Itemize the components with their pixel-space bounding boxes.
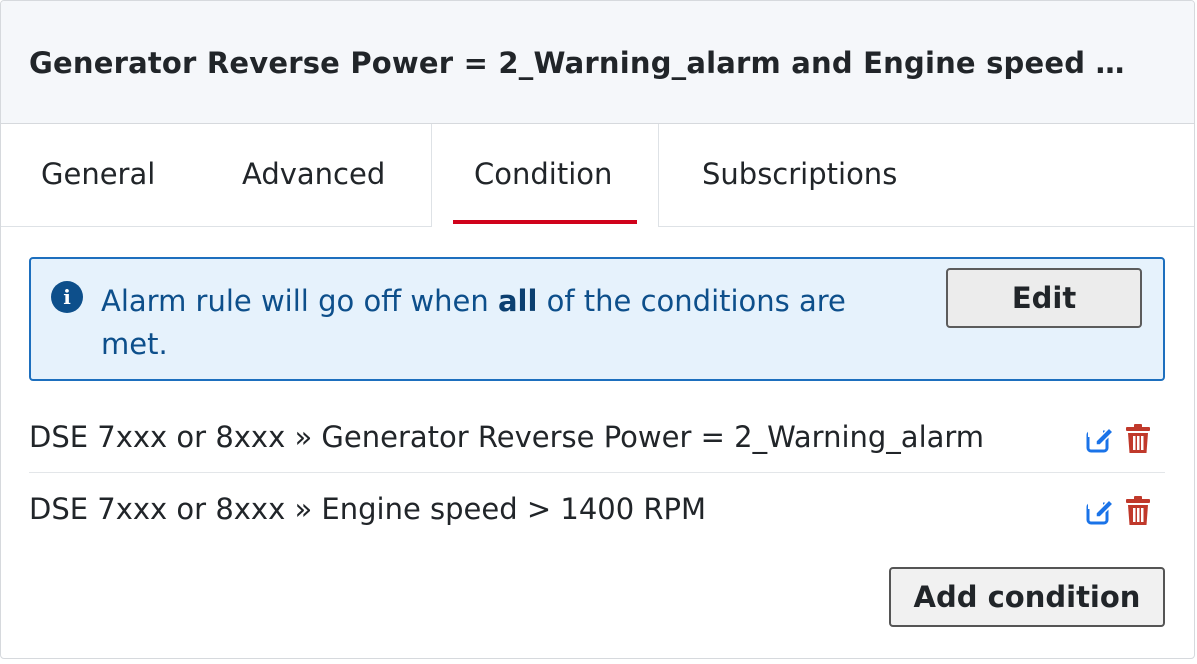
- edit-icon[interactable]: [1085, 497, 1115, 527]
- tab-general-label: General: [41, 157, 156, 191]
- add-condition-button[interactable]: Add condition: [889, 567, 1165, 627]
- condition-row: DSE 7xxx or 8xxx » Engine speed > 1400 R…: [29, 475, 1165, 545]
- info-text-before: Alarm rule will go off when: [101, 284, 498, 318]
- edit-match-mode-button[interactable]: Edit: [946, 268, 1142, 328]
- condition-info-alert: i Alarm rule will go off when all of the…: [29, 257, 1165, 381]
- tab-condition-label: Condition: [474, 157, 613, 191]
- condition-text: DSE 7xxx or 8xxx » Engine speed > 1400 R…: [29, 492, 707, 526]
- active-tab-indicator: [453, 220, 637, 224]
- tab-advanced-label: Advanced: [242, 157, 386, 191]
- condition-row: DSE 7xxx or 8xxx » Generator Reverse Pow…: [29, 403, 1165, 473]
- tab-bar: General Advanced Condition Subscriptions: [1, 124, 1194, 227]
- tab-condition[interactable]: Condition: [431, 124, 659, 227]
- alarm-rule-panel: Generator Reverse Power = 2_Warning_alar…: [0, 0, 1195, 659]
- condition-text: DSE 7xxx or 8xxx » Generator Reverse Pow…: [29, 420, 985, 454]
- info-circle-icon: i: [51, 281, 83, 313]
- tab-subscriptions-label: Subscriptions: [702, 157, 898, 191]
- info-text-bold: all: [497, 284, 538, 318]
- tab-general[interactable]: General: [1, 124, 201, 226]
- panel-header: Generator Reverse Power = 2_Warning_alar…: [1, 1, 1194, 124]
- page-title: Generator Reverse Power = 2_Warning_alar…: [29, 46, 1125, 80]
- info-message: Alarm rule will go off when all of the c…: [101, 280, 901, 366]
- edit-icon[interactable]: [1085, 425, 1115, 455]
- trash-icon[interactable]: [1125, 496, 1151, 526]
- trash-icon[interactable]: [1125, 424, 1151, 454]
- tab-advanced[interactable]: Advanced: [201, 124, 431, 226]
- tab-subscriptions[interactable]: Subscriptions: [659, 124, 939, 226]
